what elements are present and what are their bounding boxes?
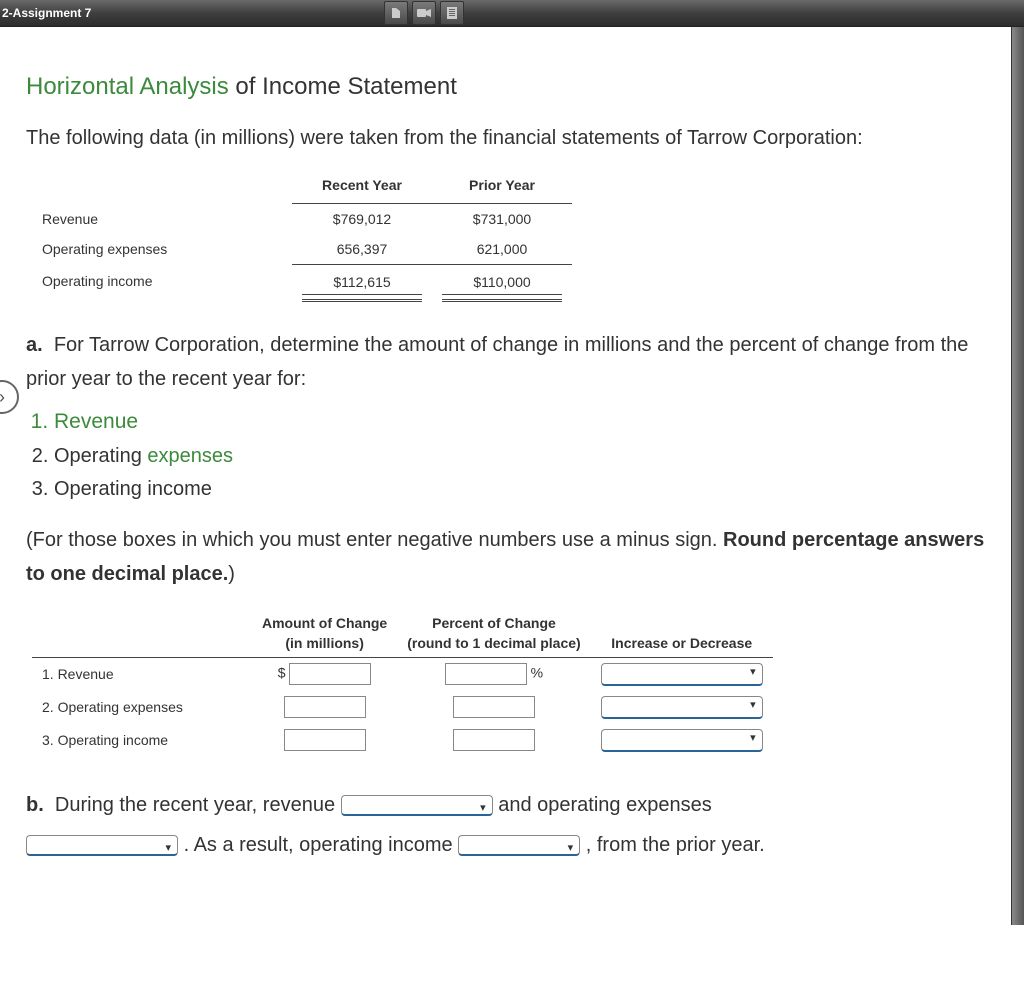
- part-b-seg2: and operating expenses: [498, 794, 712, 816]
- part-b-seg3: . As a result, operating income: [184, 834, 453, 856]
- cell-recent: $769,012: [292, 204, 432, 235]
- blank-header-underlined: [32, 633, 252, 658]
- row-label: Operating expenses: [32, 234, 292, 265]
- answer-row: 2. Operating expenses: [32, 691, 773, 724]
- row-label: Operating income: [32, 265, 292, 299]
- part-a-prompt: a. For Tarrow Corporation, determine the…: [26, 328, 996, 396]
- incdec-select-revenue[interactable]: [601, 663, 763, 686]
- percent-input-opinc[interactable]: [453, 729, 535, 751]
- amount-header-line1: Amount of Change: [252, 613, 397, 633]
- list-item: Operating income: [54, 474, 996, 505]
- incdec-select-opinc[interactable]: [601, 729, 763, 752]
- col-recent-header: Recent Year: [292, 173, 432, 204]
- answer-table: Amount of Change Percent of Change (in m…: [32, 613, 773, 757]
- cell-recent: 656,397: [292, 234, 432, 265]
- cell-prior: 621,000: [432, 234, 572, 265]
- main-content: Horizontal Analysis of Income Statement …: [0, 27, 1024, 925]
- revenue-direction-select[interactable]: [341, 795, 493, 816]
- table-row: Operating income $112,615 $110,000: [32, 265, 572, 299]
- assignment-tab-label: 2-Assignment 7: [2, 6, 91, 20]
- row-label: Revenue: [32, 204, 292, 235]
- assignment-tab[interactable]: 2-Assignment 7: [0, 0, 101, 26]
- answer-row-label: 1. Revenue: [32, 657, 252, 691]
- document-icon[interactable]: [440, 1, 464, 25]
- answer-row-label: 2. Operating expenses: [32, 691, 252, 724]
- amount-cell: [252, 724, 397, 757]
- top-toolbar: 2-Assignment 7: [0, 0, 1024, 27]
- amount-input-opex[interactable]: [284, 696, 366, 718]
- window-right-border: [1011, 0, 1024, 925]
- percent-header-line1: Percent of Change: [397, 613, 590, 633]
- opinc-direction-select[interactable]: [458, 835, 580, 856]
- list-item: Operating expenses: [54, 441, 996, 472]
- part-b-letter: b.: [26, 794, 44, 816]
- incdec-header: Increase or Decrease: [591, 633, 773, 658]
- title-rest: of Income Statement: [229, 73, 457, 100]
- percent-symbol: %: [531, 665, 543, 681]
- part-b-prompt: b. During the recent year, revenue and o…: [26, 785, 996, 865]
- incdec-cell: [591, 691, 773, 724]
- cell-prior: $110,000: [432, 265, 572, 299]
- part-a-text: For Tarrow Corporation, determine the am…: [26, 334, 968, 390]
- col-prior-header: Prior Year: [432, 173, 572, 204]
- book-icon[interactable]: [384, 1, 408, 25]
- cell-recent: $112,615: [292, 265, 432, 299]
- amount-header-line2: (in millions): [252, 633, 397, 658]
- financial-data-table: Recent Year Prior Year Revenue $769,012 …: [32, 173, 572, 298]
- incdec-select-opex[interactable]: [601, 696, 763, 719]
- percent-cell: [397, 724, 590, 757]
- percent-cell: [397, 691, 590, 724]
- amount-cell: [252, 691, 397, 724]
- amount-input-opinc[interactable]: [284, 729, 366, 751]
- cell-prior: $731,000: [432, 204, 572, 235]
- list-item: Revenue: [54, 406, 996, 439]
- answer-row-label: 3. Operating income: [32, 724, 252, 757]
- percent-input-revenue[interactable]: [445, 663, 527, 685]
- percent-header-line2: (round to 1 decimal place): [397, 633, 590, 658]
- percent-cell: %: [397, 657, 590, 691]
- amount-cell: $: [252, 657, 397, 691]
- blank-header: [591, 613, 773, 633]
- part-a-list: Revenue Operating expenses Operating inc…: [54, 406, 996, 505]
- list-item-green: expenses: [147, 445, 233, 467]
- opex-direction-select[interactable]: [26, 835, 178, 856]
- title-green-part: Horizontal Analysis: [26, 73, 229, 100]
- blank-header: [32, 613, 252, 633]
- part-a-letter: a.: [26, 334, 43, 356]
- note-open: (For those boxes in which you must enter…: [26, 529, 723, 551]
- table-row: Operating expenses 656,397 621,000: [32, 234, 572, 265]
- video-icon[interactable]: [412, 1, 436, 25]
- part-b-seg1: During the recent year, revenue: [55, 794, 335, 816]
- intro-text: The following data (in millions) were ta…: [26, 121, 996, 155]
- list-item-label: Revenue: [54, 410, 138, 433]
- currency-symbol: $: [278, 665, 286, 681]
- incdec-cell: [591, 657, 773, 691]
- blank-header: [32, 173, 292, 204]
- incdec-cell: [591, 724, 773, 757]
- list-item-pre: Operating: [54, 445, 147, 467]
- list-item-label: Operating income: [54, 478, 212, 500]
- part-a-note: (For those boxes in which you must enter…: [26, 523, 996, 591]
- note-close: ): [228, 563, 235, 585]
- percent-input-opex[interactable]: [453, 696, 535, 718]
- answer-row: 3. Operating income: [32, 724, 773, 757]
- page-title: Horizontal Analysis of Income Statement: [26, 73, 996, 101]
- answer-row: 1. Revenue $ %: [32, 657, 773, 691]
- amount-input-revenue[interactable]: [289, 663, 371, 685]
- toolbar-icon-group: [384, 1, 464, 25]
- table-row: Revenue $769,012 $731,000: [32, 204, 572, 235]
- part-b-seg4: , from the prior year.: [586, 834, 765, 856]
